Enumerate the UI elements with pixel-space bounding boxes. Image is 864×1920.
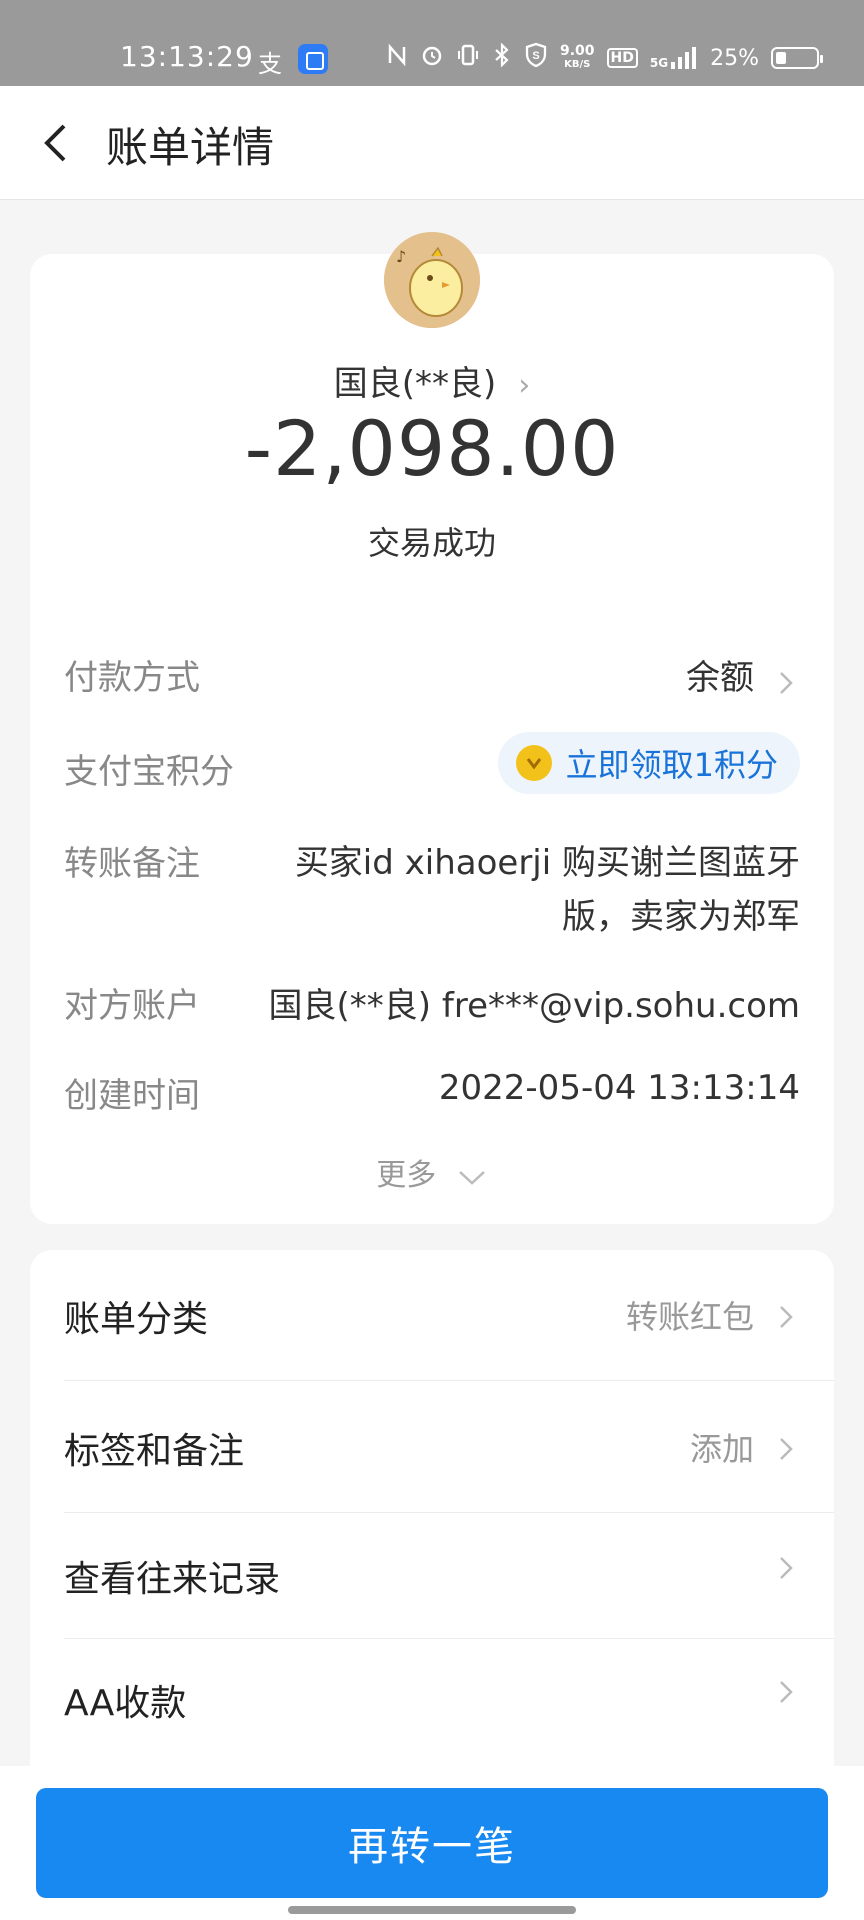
chick-avatar-icon: ♪: [384, 232, 480, 328]
status-time: 13:13:29: [120, 40, 254, 73]
tags-notes-value: 添加: [689, 1430, 754, 1468]
network-speed: 9.00 KB/S: [560, 43, 595, 70]
created-time-value: 2022-05-04 13:13:14: [438, 1068, 800, 1108]
divider: [64, 1380, 834, 1381]
status-icons: S 9.00 KB/S HD 5G 25%: [386, 42, 823, 74]
transfer-note-value: 买家id xihaoerji 购买谢兰图蓝牙 版，卖家为郑军: [294, 843, 800, 937]
more-details-toggle[interactable]: 更多: [30, 1150, 834, 1194]
hd-icon: HD: [606, 48, 638, 68]
chevron-right-icon: [772, 1676, 800, 1704]
points-label: 支付宝积分: [64, 752, 234, 792]
chevron-right-icon: ›: [518, 368, 531, 403]
tags-notes-label: 标签和备注: [64, 1431, 245, 1472]
bill-actions-card: 账单分类 转账红包 标签和备注 添加 查看往来记录 AA收款: [30, 1250, 834, 1770]
created-time-label: 创建时间: [64, 1076, 200, 1116]
battery-percent: 25%: [710, 45, 759, 71]
aa-collect-label: AA收款: [64, 1683, 187, 1724]
payment-method-row[interactable]: 余额: [686, 650, 800, 699]
counterparty-account-label: 对方账户: [64, 986, 200, 1026]
payment-method-value: 余额: [686, 658, 754, 698]
counterparty-avatar[interactable]: ♪: [384, 232, 480, 328]
chevron-right-icon: [772, 1433, 800, 1461]
transaction-history-row[interactable]: 查看往来记录: [64, 1510, 834, 1640]
counterparty-account-value: 国良(**良) fre***@vip.sohu.com: [268, 986, 800, 1026]
transaction-amount: -2,098.00: [244, 404, 620, 493]
home-indicator[interactable]: [288, 1906, 576, 1914]
transfer-note-label: 转账备注: [64, 844, 200, 884]
signal-icon: 5G: [650, 46, 698, 70]
top-navigation-bar: 账单详情: [0, 86, 864, 200]
counterparty-name: 国良(**良): [333, 364, 497, 404]
points-coin-icon: [515, 745, 552, 781]
claim-points-button[interactable]: 立即领取1积分: [497, 732, 800, 794]
page-title: 账单详情: [106, 123, 275, 172]
app-notification-icon: [298, 44, 328, 74]
back-button[interactable]: [30, 116, 84, 170]
bill-category-value: 转账红包: [625, 1298, 754, 1336]
bill-category-row[interactable]: 账单分类 转账红包: [64, 1250, 834, 1380]
transfer-again-button[interactable]: 再转一笔: [36, 1788, 828, 1898]
bill-detail-card: ♪ 国良(**良) › -2,098.00 交易成功 付款方式 余额 支付宝积分 …: [30, 232, 834, 1224]
counterparty-name-link[interactable]: 国良(**良) ›: [30, 356, 834, 405]
bluetooth-icon: [492, 42, 512, 73]
svg-text:S: S: [532, 50, 539, 62]
chevron-down-icon: [458, 1170, 485, 1185]
transaction-history-label: 查看往来记录: [64, 1559, 281, 1600]
more-label: 更多: [376, 1158, 437, 1193]
chevron-right-icon: [772, 666, 800, 694]
nfc-icon: [386, 43, 408, 73]
payment-method-label: 付款方式: [64, 658, 200, 698]
alipay-notification-icon: 支: [258, 50, 282, 78]
vibrate-icon: [456, 43, 480, 73]
chevron-right-icon: [772, 1552, 800, 1580]
chevron-right-icon: [772, 1301, 800, 1329]
battery-icon: [771, 47, 823, 69]
transaction-status: 交易成功: [367, 524, 496, 562]
svg-text:♪: ♪: [396, 247, 406, 266]
shield-icon: S: [524, 42, 548, 74]
alarm-icon: [420, 43, 444, 73]
aa-collect-row[interactable]: AA收款: [64, 1634, 834, 1764]
bill-category-label: 账单分类: [64, 1299, 209, 1340]
tags-notes-row[interactable]: 标签和备注 添加: [64, 1382, 834, 1512]
status-bar: 13:13:29 支 S 9.00 KB/S HD 5G 25%: [0, 0, 864, 86]
claim-points-label: 立即领取1积分: [565, 746, 778, 784]
chevron-left-icon: [44, 124, 66, 162]
